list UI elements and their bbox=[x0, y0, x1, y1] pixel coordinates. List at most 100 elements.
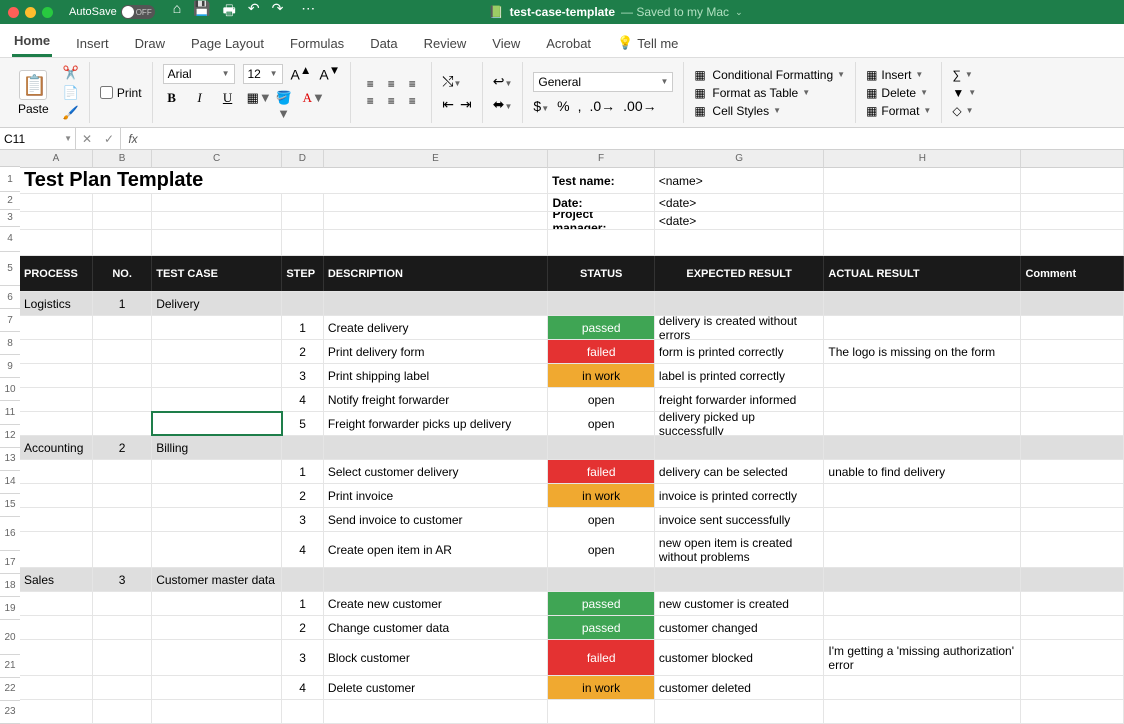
row-header[interactable]: 13 bbox=[0, 448, 20, 471]
row-header[interactable]: 15 bbox=[0, 494, 20, 517]
cell[interactable]: 2 bbox=[282, 616, 323, 639]
row-header[interactable]: 19 bbox=[0, 597, 20, 620]
bold-button[interactable]: B bbox=[163, 90, 181, 122]
format-as-table-button[interactable]: ▦Format as Table▼ bbox=[694, 86, 845, 100]
cell[interactable]: Sales bbox=[20, 568, 93, 591]
cell[interactable]: label is printed correctly bbox=[655, 364, 824, 387]
cell[interactable]: failed bbox=[548, 340, 654, 363]
print-checkbox[interactable]: Print bbox=[100, 86, 142, 100]
cell[interactable] bbox=[1021, 316, 1124, 339]
cell[interactable]: 5 bbox=[282, 412, 323, 435]
cell[interactable]: Logistics bbox=[20, 292, 93, 315]
cell[interactable] bbox=[1021, 508, 1124, 531]
tab-data[interactable]: Data bbox=[368, 36, 399, 57]
row-header[interactable]: 1 bbox=[0, 167, 20, 192]
toggle-switch[interactable]: OFF bbox=[121, 5, 155, 19]
cell[interactable] bbox=[282, 436, 323, 459]
cell[interactable]: invoice sent successfully bbox=[655, 508, 824, 531]
cell[interactable] bbox=[324, 292, 549, 315]
col-header[interactable]: G bbox=[655, 150, 825, 168]
cell[interactable] bbox=[824, 292, 1021, 315]
paste-label[interactable]: Paste bbox=[18, 102, 49, 116]
cell[interactable] bbox=[20, 700, 93, 723]
cell[interactable] bbox=[282, 568, 323, 591]
cell[interactable] bbox=[20, 532, 93, 567]
cell[interactable] bbox=[152, 412, 282, 435]
cell[interactable] bbox=[20, 412, 93, 435]
cell[interactable]: <date> bbox=[655, 212, 824, 229]
row-header[interactable]: 9 bbox=[0, 355, 20, 378]
row-header[interactable]: 17 bbox=[0, 551, 20, 574]
cell[interactable]: delivery can be selected bbox=[655, 460, 824, 483]
italic-button[interactable]: I bbox=[191, 90, 209, 122]
print-check[interactable] bbox=[100, 86, 113, 99]
cell[interactable]: 1 bbox=[282, 592, 323, 615]
cell[interactable] bbox=[324, 568, 549, 591]
tab-formulas[interactable]: Formulas bbox=[288, 36, 346, 57]
cell[interactable] bbox=[282, 230, 323, 255]
cancel-formula-icon[interactable]: ✕ bbox=[76, 132, 98, 146]
cell[interactable] bbox=[1021, 436, 1124, 459]
cell[interactable] bbox=[824, 592, 1021, 615]
cell[interactable]: failed bbox=[548, 640, 654, 675]
cell[interactable] bbox=[1021, 700, 1124, 723]
tab-acrobat[interactable]: Acrobat bbox=[544, 36, 593, 57]
col-header[interactable]: B bbox=[93, 150, 152, 168]
cell[interactable]: Print invoice bbox=[324, 484, 549, 507]
cell[interactable] bbox=[824, 616, 1021, 639]
autosum-icon[interactable]: ∑▼ bbox=[952, 68, 976, 82]
cell[interactable] bbox=[20, 460, 93, 483]
minimize-icon[interactable] bbox=[25, 7, 36, 18]
cell[interactable] bbox=[152, 316, 282, 339]
worksheet[interactable]: 1 2 3 4 5 6 7 8 9 10 11 12 13 14 15 16 1… bbox=[0, 150, 1124, 724]
cell[interactable] bbox=[824, 230, 1021, 255]
row-header[interactable]: 3 bbox=[0, 210, 20, 227]
row-header[interactable]: 10 bbox=[0, 378, 20, 401]
cell[interactable] bbox=[152, 340, 282, 363]
cell[interactable] bbox=[824, 194, 1021, 211]
cell[interactable] bbox=[152, 230, 282, 255]
cell[interactable]: Print delivery form bbox=[324, 340, 549, 363]
cell[interactable] bbox=[282, 194, 323, 211]
increase-font-icon[interactable]: A▲ bbox=[291, 64, 312, 83]
cell[interactable]: in work bbox=[548, 676, 654, 699]
cell[interactable] bbox=[1021, 230, 1124, 255]
cell[interactable]: Create delivery bbox=[324, 316, 549, 339]
cell[interactable]: open bbox=[548, 388, 654, 411]
row-header[interactable]: 4 bbox=[0, 227, 20, 252]
cell[interactable] bbox=[152, 700, 282, 723]
cell[interactable]: passed bbox=[548, 316, 654, 339]
row-header[interactable]: 11 bbox=[0, 401, 20, 424]
cell[interactable] bbox=[152, 388, 282, 411]
tab-draw[interactable]: Draw bbox=[133, 36, 167, 57]
font-color-icon[interactable]: A▼ bbox=[303, 90, 321, 122]
cell[interactable]: The logo is missing on the form bbox=[824, 340, 1021, 363]
cell[interactable] bbox=[1021, 592, 1124, 615]
cell[interactable] bbox=[824, 168, 1021, 193]
cell[interactable]: Freight forwarder picks up delivery bbox=[324, 412, 549, 435]
cell[interactable]: 2 bbox=[282, 340, 323, 363]
cell[interactable] bbox=[93, 508, 152, 531]
indent-decrease-icon[interactable]: ⇤ bbox=[442, 96, 454, 113]
cell[interactable] bbox=[824, 212, 1021, 229]
cell[interactable]: unable to find delivery bbox=[824, 460, 1021, 483]
align-middle-icon[interactable]: ≡ bbox=[382, 77, 400, 91]
cell[interactable] bbox=[20, 592, 93, 615]
cell[interactable] bbox=[20, 364, 93, 387]
cell[interactable]: customer changed bbox=[655, 616, 824, 639]
tab-insert[interactable]: Insert bbox=[74, 36, 111, 57]
underline-button[interactable]: U bbox=[219, 90, 237, 122]
cell[interactable] bbox=[93, 640, 152, 675]
cell[interactable] bbox=[824, 508, 1021, 531]
cell[interactable] bbox=[1021, 388, 1124, 411]
row-header[interactable]: 22 bbox=[0, 678, 20, 701]
cell[interactable] bbox=[548, 568, 654, 591]
cell[interactable]: customer blocked bbox=[655, 640, 824, 675]
cell[interactable] bbox=[1021, 568, 1124, 591]
conditional-formatting-button[interactable]: ▦Conditional Formatting▼ bbox=[694, 68, 845, 82]
cell[interactable]: 3 bbox=[282, 508, 323, 531]
cell[interactable]: 2 bbox=[93, 436, 152, 459]
cell[interactable] bbox=[824, 316, 1021, 339]
row-header[interactable]: 12 bbox=[0, 425, 20, 448]
cell[interactable] bbox=[1021, 616, 1124, 639]
